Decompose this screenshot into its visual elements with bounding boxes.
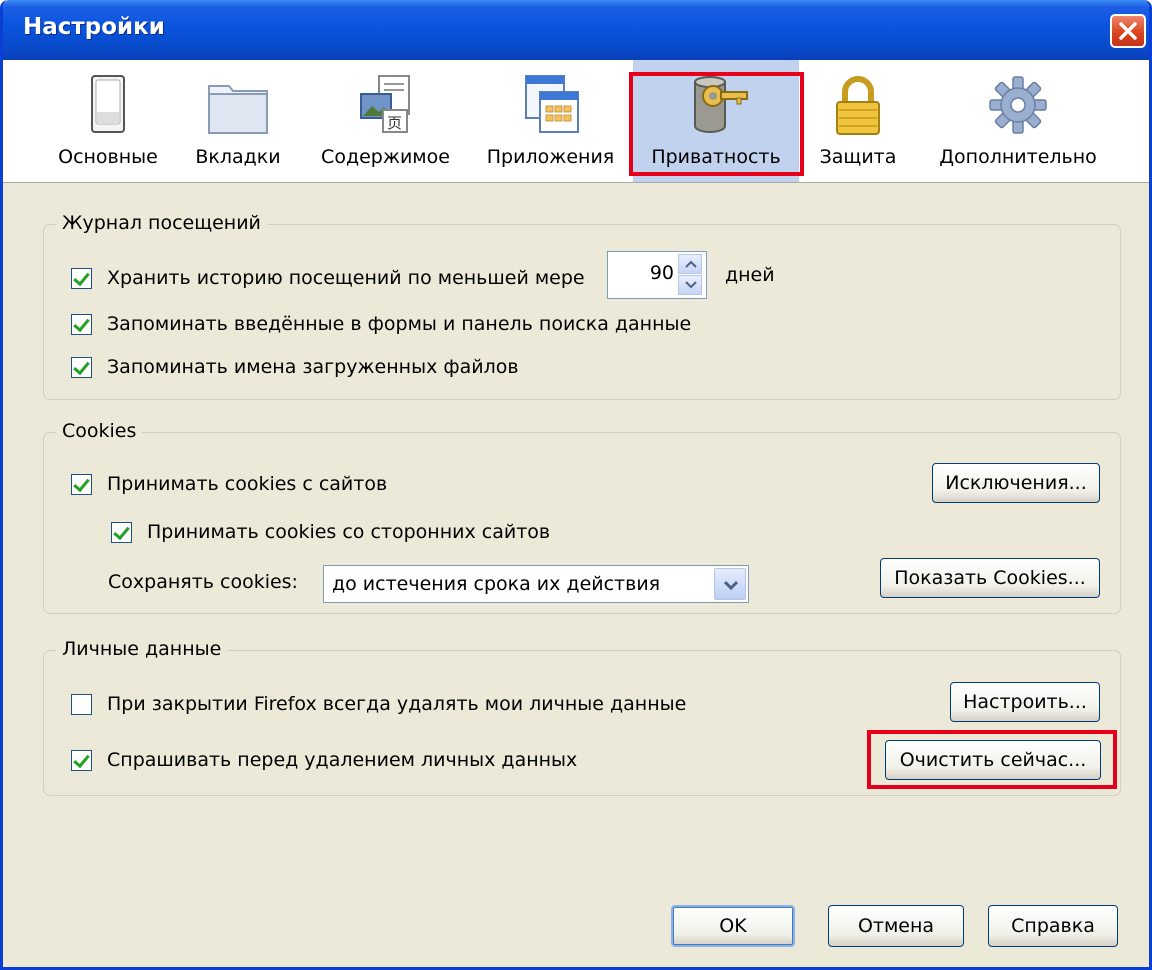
tab-label: Дополнительно [939, 146, 1097, 168]
keep-cookies-select[interactable]: до истечения срока их действия [323, 565, 749, 603]
tab-privacy[interactable]: Приватность [633, 60, 799, 182]
window-title: Настройки [23, 14, 165, 40]
tab-security[interactable]: Защита [808, 60, 908, 182]
history-legend: Журнал посещений [56, 212, 267, 234]
chevron-down-icon [724, 580, 738, 590]
keep-history-checkbox[interactable] [71, 268, 92, 289]
clear-on-close-checkbox[interactable] [71, 694, 92, 715]
privacy-key-icon [694, 76, 748, 133]
tab-label: Приватность [651, 146, 781, 168]
applications-icon [524, 75, 579, 133]
cancel-button[interactable]: Отмена [828, 905, 964, 947]
accept-cookies-checkbox[interactable] [71, 474, 92, 495]
title-bar[interactable]: Настройки [3, 0, 1149, 60]
tab-label: Вкладки [195, 146, 281, 168]
remember-downloads-checkbox[interactable] [71, 357, 92, 378]
days-unit-label: дней [725, 264, 775, 286]
keep-cookies-label: Сохранять cookies: [108, 571, 298, 593]
show-cookies-button[interactable]: Показать Cookies... [880, 558, 1100, 598]
tab-tabs[interactable]: Вкладки [183, 60, 293, 182]
cookies-legend: Cookies [56, 420, 143, 442]
dropdown-button[interactable] [714, 568, 746, 600]
exceptions-button[interactable]: Исключения... [932, 463, 1100, 503]
arrow-down-icon [685, 281, 697, 289]
ask-before-clearing-checkbox[interactable] [71, 750, 92, 771]
clear-on-close-label: При закрытии Firefox всегда удалять мои … [107, 693, 687, 715]
tab-label: Приложения [486, 146, 615, 168]
tab-main[interactable]: Основные [48, 60, 168, 182]
help-button[interactable]: Справка [988, 905, 1118, 947]
content-icon: 页 [359, 75, 410, 133]
history-days-spinner[interactable] [607, 251, 707, 299]
spin-up-button[interactable] [678, 254, 702, 274]
remember-forms-label: Запоминать введённые в формы и панель по… [107, 313, 692, 335]
private-data-settings-button[interactable]: Настроить... [950, 682, 1100, 722]
keep-history-label: Хранить историю посещений по меньшей мер… [107, 267, 585, 289]
tab-label: Защита [819, 146, 897, 168]
remember-downloads-label: Запоминать имена загруженных файлов [107, 356, 519, 378]
ask-before-clearing-label: Спрашивать перед удалением личных данных [107, 749, 578, 771]
padlock-icon [836, 76, 880, 135]
ok-button[interactable]: OK [671, 905, 795, 947]
svg-text:页: 页 [387, 114, 402, 132]
preferences-dialog: Настройки Основные Вкладки 页 Содержимое … [0, 0, 1152, 970]
clear-now-button[interactable]: Очистить сейчас... [885, 740, 1101, 780]
tab-label: Содержимое [321, 146, 450, 168]
remember-forms-checkbox[interactable] [71, 314, 92, 335]
third-party-cookies-checkbox[interactable] [111, 522, 132, 543]
gear-icon [989, 76, 1047, 134]
tab-advanced[interactable]: Дополнительно [923, 60, 1113, 182]
tab-label: Основные [58, 146, 158, 168]
spin-down-button[interactable] [678, 275, 702, 295]
close-icon [1119, 22, 1137, 40]
keep-cookies-value: до истечения срока их действия [332, 573, 661, 595]
switch-icon [91, 75, 125, 133]
tab-content[interactable]: 页 Содержимое [308, 60, 463, 182]
private-data-legend: Личные данные [56, 638, 228, 660]
accept-cookies-label: Принимать cookies с сайтов [107, 473, 388, 495]
third-party-cookies-label: Принимать cookies со сторонних сайтов [147, 521, 551, 543]
history-days-input[interactable] [610, 262, 674, 284]
folder-tabs-icon [208, 85, 268, 134]
category-toolbar: Основные Вкладки 页 Содержимое Приложения… [3, 60, 1149, 183]
arrow-up-icon [685, 260, 697, 268]
close-button[interactable] [1110, 14, 1146, 48]
tab-applications[interactable]: Приложения [478, 60, 623, 182]
